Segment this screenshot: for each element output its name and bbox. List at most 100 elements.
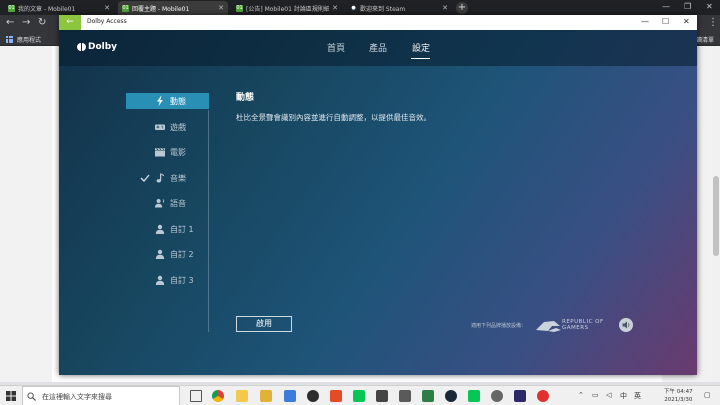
content-description: 杜比全景聲會識別內容並進行自動調整，以提供最佳音效。 (236, 113, 431, 122)
sidebar-item-label: 動態 (170, 97, 186, 106)
sidebar-item-game[interactable]: 遊戲 (126, 119, 209, 135)
minimize-icon[interactable]: — (662, 2, 670, 11)
sidebar-item-label: 語音 (170, 199, 186, 208)
sidebar-item-label: 音樂 (170, 174, 186, 183)
forward-arrow-icon[interactable]: → (22, 17, 30, 28)
lightning-icon (157, 96, 163, 106)
clock-date: 2021/3/30 (664, 397, 693, 403)
scrollbar-thumb[interactable] (713, 176, 719, 256)
dolby-logo: Dolby (77, 42, 117, 52)
folder-icon[interactable] (260, 390, 272, 402)
browser-tab-strip: 01 我的文章 - Mobile01 ✕ 01 回覆主題 - Mobile01 … (0, 0, 720, 15)
person-icon (155, 224, 165, 234)
xbox-icon[interactable] (307, 390, 319, 402)
notification-icon[interactable]: ▢ (704, 391, 711, 399)
nav-tab-products[interactable]: 產品 (369, 41, 387, 54)
browser-tab[interactable]: 01 [公告] Mobile01 討論區規則細則 ✕ (232, 1, 342, 15)
windows-start-icon[interactable] (6, 391, 16, 401)
page-scrollbar[interactable] (712, 46, 720, 382)
dolby-access-window: ← Dolby Access — ☐ ✕ Dolby 首頁 產品 設定 動態 遊… (59, 15, 697, 375)
app-title-bar: ← Dolby Access — ☐ ✕ (59, 15, 697, 30)
mobile01-favicon: 01 (236, 4, 243, 12)
app-window-title: Dolby Access (87, 18, 127, 25)
music-note-icon (156, 173, 164, 183)
sidebar-item-dynamic[interactable]: 動態 (126, 93, 209, 109)
sidebar-item-label: 遊戲 (170, 123, 186, 132)
office-icon[interactable] (330, 390, 342, 402)
app-icon[interactable] (537, 390, 549, 402)
line-icon[interactable] (353, 390, 365, 402)
close-tab-icon[interactable]: ✕ (442, 4, 448, 12)
browser-tab[interactable]: 01 我的文章 - Mobile01 ✕ (4, 1, 114, 15)
rog-logo-text: REPUBLIC OF GAMERS (562, 319, 604, 331)
browser-tab[interactable]: 01 回覆主題 - Mobile01 ✕ (118, 1, 228, 15)
back-arrow-icon[interactable]: ← (6, 17, 14, 28)
app-icon[interactable] (399, 390, 411, 402)
sidebar-divider (208, 110, 209, 332)
sidebar-item-movie[interactable]: 電影 (126, 144, 209, 160)
voice-icon (155, 199, 165, 208)
tab-title: [公告] Mobile01 討論區規則細則 (246, 5, 330, 13)
task-view-icon[interactable] (190, 390, 202, 402)
tab-title: 我的文章 - Mobile01 (18, 5, 76, 13)
content-title: 動態 (236, 93, 255, 103)
bookmark-apps[interactable]: 應用程式 (17, 35, 41, 44)
app-icon[interactable] (468, 390, 480, 402)
active-tab-underline (411, 58, 430, 59)
tray-network-icon[interactable]: ▭ (592, 391, 599, 399)
tray-volume-icon[interactable]: ◁ (606, 391, 611, 399)
close-tab-icon[interactable]: ✕ (104, 4, 110, 12)
new-tab-button[interactable]: + (456, 2, 468, 14)
dolby-logo-text: Dolby (88, 42, 118, 52)
app-header: Dolby 首頁 產品 設定 (59, 30, 697, 66)
tab-title: 回覆主題 - Mobile01 (132, 5, 190, 13)
app-back-button[interactable]: ← (59, 15, 81, 30)
chrome-icon[interactable] (212, 390, 224, 402)
menu-icon[interactable]: ⋮ (708, 17, 718, 28)
sidebar-item-custom-3[interactable]: 自訂 3 (126, 272, 209, 288)
mobile01-favicon: 01 (8, 4, 15, 12)
file-explorer-icon[interactable] (236, 390, 248, 402)
close-tab-icon[interactable]: ✕ (332, 4, 338, 12)
apps-grid-icon[interactable] (6, 36, 13, 43)
app-close-icon[interactable]: ✕ (683, 17, 690, 26)
sidebar-item-custom-1[interactable]: 自訂 1 (126, 221, 209, 237)
nav-tab-home[interactable]: 首頁 (327, 41, 345, 54)
person-icon (155, 275, 165, 285)
restore-icon[interactable]: ❐ (684, 2, 691, 11)
windows-taskbar: 在這裡輸入文字來搜尋 ⌃ ▭ ◁ 中 英 下午 04:47 2021/3/30 … (0, 385, 720, 405)
speaker-button[interactable] (619, 318, 633, 332)
sidebar-item-voice[interactable]: 語音 (126, 195, 209, 211)
steam-icon[interactable] (445, 390, 457, 402)
supported-devices-note: 適用下列品牌播放設備： (471, 323, 527, 329)
mobile01-favicon: 01 (122, 4, 129, 12)
sidebar-item-label: 自訂 2 (170, 250, 194, 259)
sidebar-item-custom-2[interactable]: 自訂 2 (126, 246, 209, 262)
tab-title: 歡迎來到 Steam (360, 5, 406, 13)
tray-chevron-icon[interactable]: ⌃ (578, 391, 584, 399)
app-maximize-icon[interactable]: ☐ (662, 17, 669, 26)
taskbar-clock[interactable]: 下午 04:47 2021/3/30 (664, 388, 693, 404)
app-icon[interactable] (422, 390, 434, 402)
steam-favicon: ● (350, 4, 357, 12)
enable-button[interactable]: 啟用 (236, 316, 292, 332)
gamepad-icon (155, 124, 165, 130)
search-placeholder: 在這裡輸入文字來搜尋 (42, 393, 112, 401)
settings-gear-icon[interactable] (491, 390, 503, 402)
browser-tab[interactable]: ● 歡迎來到 Steam ✕ (346, 1, 452, 15)
sidebar-item-label: 自訂 3 (170, 276, 194, 285)
close-tab-icon[interactable]: ✕ (218, 4, 224, 12)
close-window-icon[interactable]: ✕ (706, 2, 713, 11)
sidebar-item-label: 自訂 1 (170, 225, 194, 234)
app-minimize-icon[interactable]: — (641, 17, 649, 26)
mail-icon[interactable] (284, 390, 296, 402)
ime-mode-indicator[interactable]: 英 (634, 391, 641, 401)
nav-tab-settings[interactable]: 設定 (412, 41, 430, 54)
clock-time: 下午 04:47 (664, 389, 693, 395)
taskbar-search-box[interactable]: 在這裡輸入文字來搜尋 (22, 386, 180, 405)
reload-icon[interactable]: ↻ (38, 17, 46, 28)
app-icon[interactable] (376, 390, 388, 402)
sidebar-item-music[interactable]: 音樂 (126, 170, 209, 186)
dolby-taskbar-icon[interactable] (514, 390, 526, 402)
ime-indicator[interactable]: 中 (620, 391, 627, 401)
